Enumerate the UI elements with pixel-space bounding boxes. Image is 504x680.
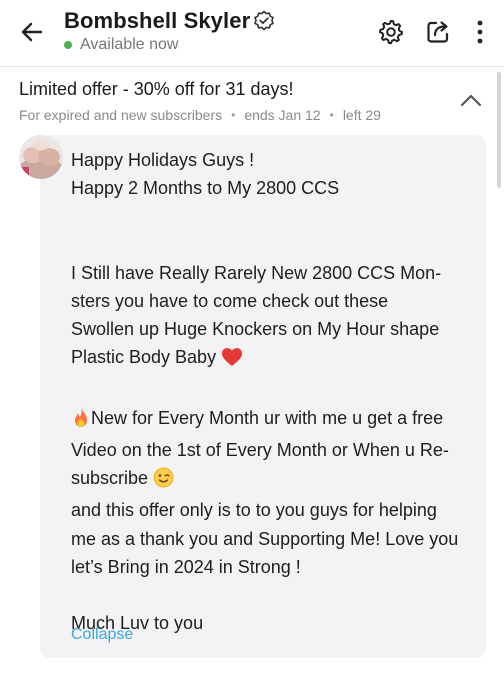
availability-status: Available now <box>64 36 178 54</box>
page-title[interactable]: Bombshell Skyler <box>64 8 250 34</box>
message-line: Happy Holidays Guys ! <box>71 150 255 170</box>
scrollbar-thumb[interactable] <box>497 72 501 188</box>
verified-icon <box>252 9 276 33</box>
message-line: and this offer only is to to you guys fo… <box>71 500 437 521</box>
message-line: Swollen up Huge Knockers on My Hour shap… <box>71 319 440 340</box>
message-line: let’s Bring in 2024 in Strong ! <box>71 556 301 577</box>
share-icon[interactable] <box>423 17 453 47</box>
message-line: Video on the 1st of Every Month or When … <box>71 440 449 461</box>
limited-offer-banner[interactable]: Limited offer - 30% off for 31 days! For… <box>0 67 504 129</box>
back-arrow-icon[interactable] <box>16 16 48 48</box>
message-line: sters you have to come check out these <box>71 291 389 312</box>
more-vertical-icon[interactable] <box>465 17 495 47</box>
separator-dot: • <box>329 108 334 122</box>
message-line: me as a thank you and Supporting Me! Lov… <box>71 528 459 549</box>
offer-audience: For expired and new subscribers <box>19 107 223 123</box>
offer-meta: For expired and new subscribers • ends J… <box>19 107 381 123</box>
offer-ends: ends Jan 12 <box>244 107 321 123</box>
chat-title-row[interactable]: Bombshell Skyler <box>64 8 276 34</box>
status-text: Available now <box>80 36 179 53</box>
gear-icon[interactable] <box>376 17 406 47</box>
chevron-up-icon[interactable] <box>456 85 486 115</box>
collapse-link[interactable]: Collapse <box>71 626 133 644</box>
fire-emoji-icon <box>71 406 91 436</box>
separator-dot: • <box>231 108 236 122</box>
online-dot-icon <box>64 41 72 49</box>
offer-title: Limited offer - 30% off for 31 days! <box>19 79 294 99</box>
message-line: subscribe <box>71 468 149 489</box>
offer-left: left 29 <box>342 107 381 123</box>
message-text: Happy Holidays Guys ! Happy 2 Months to … <box>71 146 471 637</box>
avatar[interactable] <box>19 135 63 179</box>
message-line: Happy 2 Months to My 2800 CCS <box>71 178 340 199</box>
message-line: I Still have Really Rarely New 2800 CCS … <box>71 262 442 283</box>
wink-emoji-icon <box>153 467 174 496</box>
chat-header: Bombshell Skyler Available now <box>0 0 504 66</box>
message-line: New for Every Month ur with me u get a f… <box>91 407 444 428</box>
heart-emoji-icon <box>221 347 243 375</box>
message-line: Plastic Body Baby <box>71 347 217 368</box>
